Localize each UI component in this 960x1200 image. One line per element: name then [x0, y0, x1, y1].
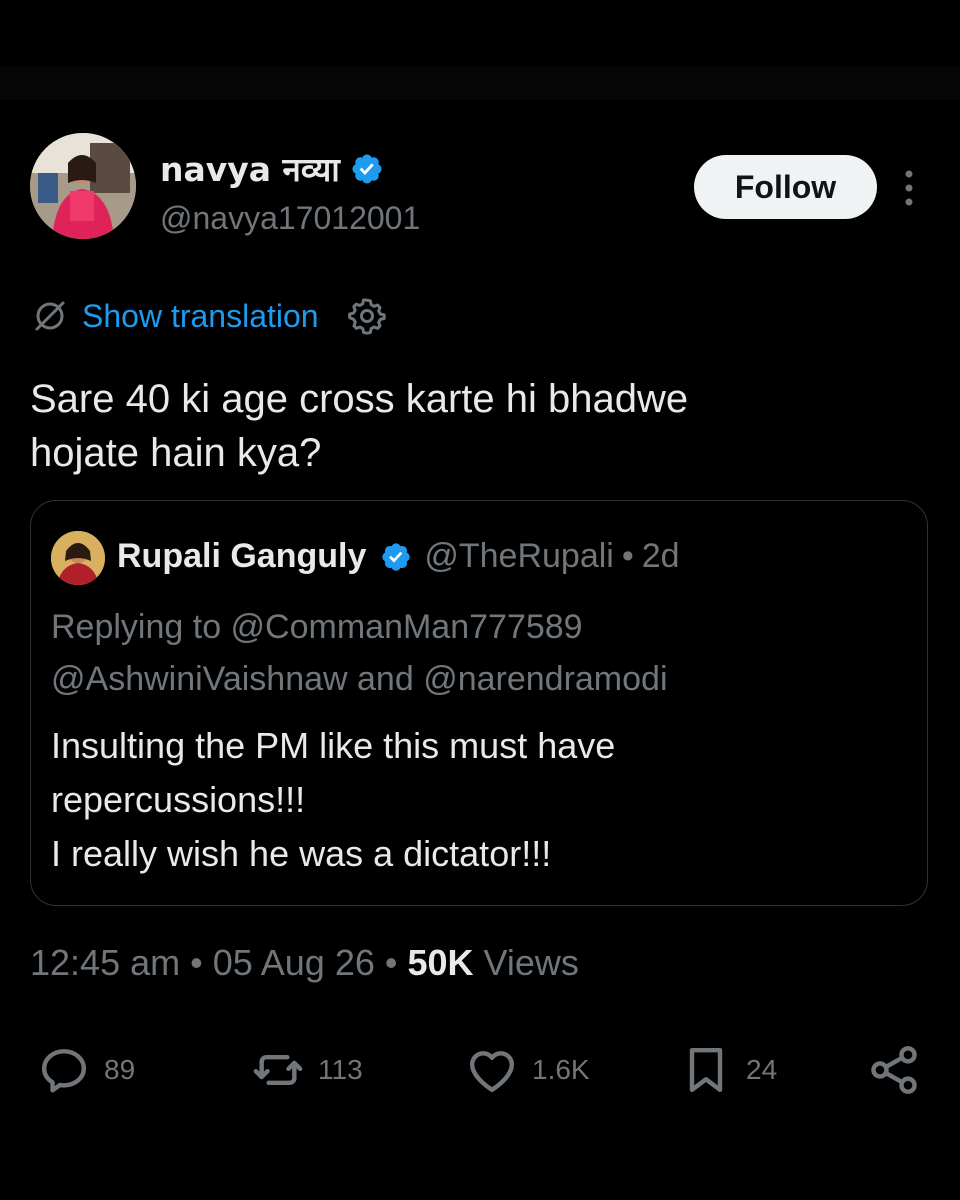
heart-icon	[469, 1051, 515, 1093]
gear-icon[interactable]	[347, 296, 387, 336]
top-status-area	[0, 0, 960, 100]
quoted-header: Rupali Ganguly @TheRupali • 2d	[117, 537, 680, 576]
quoted-separator: •	[621, 537, 634, 575]
translation-row: Show translation	[32, 296, 387, 336]
quoted-text: Insulting the PM like this must have rep…	[51, 725, 616, 874]
share-icon	[871, 1046, 917, 1094]
verified-badge-icon	[352, 153, 382, 184]
tweet-meta: 12:45 am • 05 Aug 26 • 50K Views	[30, 942, 579, 984]
bookmark-icon	[689, 1047, 723, 1093]
views-label: Views	[483, 942, 579, 983]
bookmark-button[interactable]: 24	[678, 1042, 777, 1098]
reply-button[interactable]: 89	[36, 1042, 135, 1098]
more-options-icon[interactable]	[898, 168, 920, 208]
author-handle[interactable]: @navya17012001	[160, 200, 420, 237]
reply-icon	[41, 1049, 87, 1093]
replying-line-1: Replying to @CommanMan777589	[51, 608, 583, 646]
verified-badge-icon	[382, 542, 411, 571]
quoted-replying-to: Replying to @CommanMan777589 @AshwiniVai…	[51, 601, 668, 705]
translate-off-icon	[35, 301, 65, 331]
share-button[interactable]	[866, 1042, 922, 1098]
show-translation-link[interactable]: Show translation	[82, 298, 319, 335]
meta-separator: •	[384, 942, 398, 983]
author-avatar-image	[30, 133, 136, 239]
views-count: 50K	[407, 942, 474, 983]
author-display-name[interactable]: navya नव्या	[160, 146, 340, 191]
tweet-text: Sare 40 ki age cross karte hi bhadwe hoj…	[30, 377, 689, 475]
bookmark-count: 24	[746, 1054, 778, 1085]
quoted-timestamp: 2d	[641, 537, 680, 575]
quoted-author-avatar-image	[51, 531, 105, 585]
meta-separator: •	[190, 942, 203, 983]
repost-icon	[253, 1054, 303, 1086]
quoted-handle[interactable]: @TheRupali	[424, 537, 614, 576]
author-avatar[interactable]	[30, 133, 136, 239]
like-count: 1.6K	[532, 1054, 590, 1085]
tweet-date[interactable]: 05 Aug 26	[213, 942, 375, 984]
tweet-time[interactable]: 12:45 am	[30, 942, 180, 984]
action-bar: 89 113 1.6K 24	[0, 1030, 960, 1110]
repost-button[interactable]: 113	[250, 1042, 363, 1098]
quoted-display-name[interactable]: Rupali Ganguly	[117, 537, 366, 576]
quoted-author-avatar[interactable]	[51, 531, 105, 585]
reply-count: 89	[104, 1054, 136, 1085]
like-button[interactable]: 1.6K	[464, 1042, 590, 1098]
author-display-name-row: navya नव्या	[160, 146, 384, 191]
replying-line-2: @AshwiniVaishnaw and @narendramodi	[51, 660, 668, 698]
follow-button[interactable]: Follow	[694, 155, 877, 219]
top-strip	[0, 66, 960, 100]
quoted-tweet-card[interactable]: Rupali Ganguly @TheRupali • 2d Replying …	[30, 500, 928, 906]
repost-count: 113	[318, 1054, 363, 1085]
